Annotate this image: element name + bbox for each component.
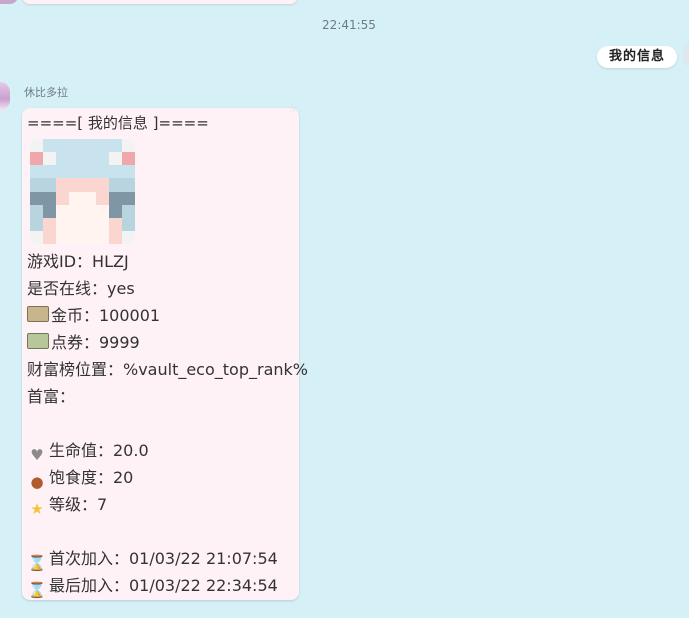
self-message-bubble[interactable]: 我的信息 bbox=[596, 46, 677, 68]
last-join-line: ⌛ 最后加入：01/03/22 22:34:54 bbox=[27, 576, 278, 599]
info-header: ====[ 我的信息 ]==== bbox=[27, 114, 209, 132]
previous-message-bubble bbox=[22, 0, 298, 4]
heart-icon: ♥ bbox=[30, 446, 44, 464]
message-timestamp: 22:41:55 bbox=[322, 18, 376, 32]
health-line: ♥ 生命值：20.0 bbox=[27, 441, 149, 464]
richest-line: 首富： bbox=[27, 387, 76, 406]
health-text: 生命值：20.0 bbox=[49, 441, 149, 460]
first-join-text: 首次加入：01/03/22 21:07:54 bbox=[49, 549, 278, 568]
previous-avatar[interactable] bbox=[0, 0, 18, 4]
level-text: 等级：7 bbox=[49, 495, 108, 514]
hourglass-icon: ⌛ bbox=[27, 554, 47, 572]
self-avatar[interactable] bbox=[683, 44, 689, 66]
hunger-text: 饱食度：20 bbox=[49, 468, 134, 487]
player-skin-avatar bbox=[30, 139, 135, 244]
info-message-bubble[interactable]: ☆ ====[ 我的信息 ]==== 游戏ID：HLZJ 是否在线：yes 金币… bbox=[22, 104, 308, 600]
points-line: 点券：9999 bbox=[27, 333, 140, 353]
gold-text: 金币：100001 bbox=[51, 306, 161, 325]
sender-name: 休比多拉 bbox=[24, 86, 68, 99]
peer-avatar[interactable] bbox=[0, 82, 10, 110]
bubble-star-decoration: ☆ bbox=[288, 104, 297, 115]
level-line: ★ 等级：7 bbox=[27, 495, 108, 518]
hourglass-icon: ⌛ bbox=[27, 581, 47, 599]
points-text: 点券：9999 bbox=[51, 333, 140, 352]
online-status-line: 是否在线：yes bbox=[27, 279, 135, 298]
ticket-icon bbox=[27, 333, 49, 349]
game-id-line: 游戏ID：HLZJ bbox=[27, 252, 129, 271]
last-join-text: 最后加入：01/03/22 22:34:54 bbox=[49, 576, 278, 595]
meat-icon: ● bbox=[30, 473, 44, 491]
wealth-rank-line: 财富榜位置：%vault_eco_top_rank% bbox=[27, 360, 308, 379]
gold-line: 金币：100001 bbox=[27, 306, 160, 326]
first-join-line: ⌛ 首次加入：01/03/22 21:07:54 bbox=[27, 549, 278, 572]
money-icon bbox=[27, 306, 49, 322]
chat-window: 22:41:55 我的信息 休比多拉 ☆ ====[ 我的信息 ]==== 游戏… bbox=[0, 0, 689, 618]
hunger-line: ● 饱食度：20 bbox=[27, 468, 134, 491]
star-icon: ★ bbox=[30, 500, 44, 518]
